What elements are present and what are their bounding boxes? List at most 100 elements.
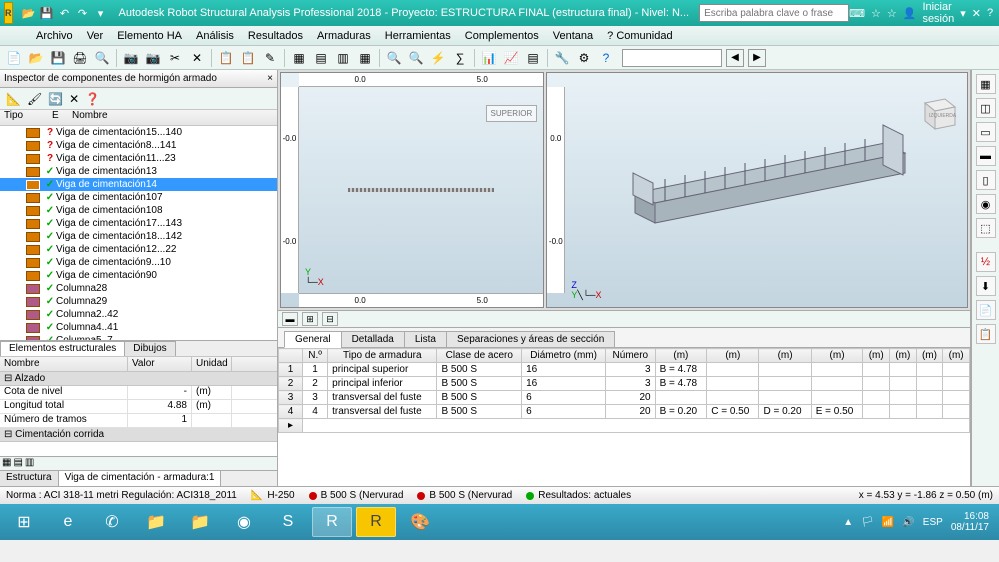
dtab-general[interactable]: General xyxy=(284,331,342,348)
tb-table-icon[interactable]: ▤ xyxy=(523,48,543,68)
tray-clock[interactable]: 16:0808/11/17 xyxy=(951,511,989,533)
grid-header[interactable]: (m) xyxy=(943,349,970,363)
tree-item[interactable]: ✓Viga de cimentación107 xyxy=(0,191,277,204)
tray-lang[interactable]: ESP xyxy=(923,517,943,528)
tree-item[interactable]: ?Viga de cimentación15...140 xyxy=(0,126,277,139)
tree-item[interactable]: ✓Viga de cimentación12...22 xyxy=(0,243,277,256)
tb-whatsapp-icon[interactable]: ✆ xyxy=(92,507,132,537)
search-input[interactable] xyxy=(699,4,849,22)
tree-item[interactable]: ✓Viga de cimentación17...143 xyxy=(0,217,277,230)
rtb-4-icon[interactable]: ▬ xyxy=(976,146,996,166)
search-box[interactable] xyxy=(699,4,849,22)
tray-vol-icon[interactable]: 🔊 xyxy=(902,517,914,528)
tb-paste-icon[interactable]: 📋 xyxy=(238,48,258,68)
tb-explorer-icon[interactable]: 📁 xyxy=(136,507,176,537)
tb-skype-icon[interactable]: S xyxy=(268,507,308,537)
grid-header[interactable]: (m) xyxy=(759,349,811,363)
tree-item[interactable]: ?Viga de cimentación11...23 xyxy=(0,152,277,165)
tb-window2-icon[interactable]: ▤ xyxy=(311,48,331,68)
menu-ventana[interactable]: Ventana xyxy=(553,30,593,42)
layout-combo[interactable] xyxy=(622,49,722,67)
lp-tool1-icon[interactable]: ▦ xyxy=(2,457,11,470)
tb-report-icon[interactable]: 📊 xyxy=(479,48,499,68)
tb-delete-icon[interactable]: ✕ xyxy=(187,48,207,68)
tb-new-icon[interactable]: 📄 xyxy=(4,48,24,68)
grid-header[interactable]: (m) xyxy=(707,349,759,363)
exchange-icon[interactable]: ✕ xyxy=(972,7,981,20)
tree-item[interactable]: ✓Viga de cimentación9...10 xyxy=(0,256,277,269)
tab-dibujos[interactable]: Dibujos xyxy=(124,341,175,356)
rtb-9-icon[interactable]: ⬇ xyxy=(976,276,996,296)
menu-comunidad[interactable]: ? Comunidad xyxy=(607,30,672,42)
rtb-2-icon[interactable]: ◫ xyxy=(976,98,996,118)
dtab-lista[interactable]: Lista xyxy=(404,331,447,348)
inspector-close-icon[interactable]: × xyxy=(267,73,273,84)
view-3d[interactable]: 0.0-0.0 IZQUIERDA xyxy=(546,72,968,308)
user-icon[interactable]: 👤 xyxy=(903,7,917,20)
star-icon[interactable]: ☆ xyxy=(871,7,881,20)
view-2d[interactable]: 0.05.0 -0.0-0.0 0.05.0 SUPERIOR Y└─X xyxy=(280,72,544,308)
vt-2-icon[interactable]: ⊞ xyxy=(302,312,318,326)
tree-item[interactable]: ✓Viga de cimentación13 xyxy=(0,165,277,178)
tb-capture2-icon[interactable]: 📷 xyxy=(143,48,163,68)
tb-cut-icon[interactable]: ✂ xyxy=(165,48,185,68)
prop-group-cimentacion[interactable]: ⊟ Cimentación corrida xyxy=(0,428,277,442)
tb-explorer2-icon[interactable]: 📁 xyxy=(180,507,220,537)
qat-undo-icon[interactable]: ↶ xyxy=(57,5,73,21)
rtb-3-icon[interactable]: ▭ xyxy=(976,122,996,142)
tb-flash-icon[interactable]: ⚡ xyxy=(428,48,448,68)
nav-next-button[interactable]: ▶ xyxy=(748,49,766,67)
login-dropdown-icon[interactable]: ▾ xyxy=(960,7,966,20)
insp-info-icon[interactable]: ❓ xyxy=(85,92,100,106)
grid-row[interactable]: 11principal superiorB 500 S163B = 4.78 xyxy=(279,363,970,377)
insp-filter-icon[interactable]: 📐 xyxy=(6,92,21,106)
grid-row[interactable]: 33transversal del fusteB 500 S620 xyxy=(279,391,970,405)
insp-refresh-icon[interactable]: 🔄 xyxy=(48,92,63,106)
tb-save-icon[interactable]: 💾 xyxy=(48,48,68,68)
rtb-8-icon[interactable]: ½ xyxy=(976,252,996,272)
grid-row[interactable]: 22principal inferiorB 500 S163B = 4.78 xyxy=(279,377,970,391)
tb-window1-icon[interactable]: ▦ xyxy=(289,48,309,68)
prop-row[interactable]: Longitud total4.88(m) xyxy=(0,400,277,414)
tree-item[interactable]: ✓Columna28 xyxy=(0,282,277,295)
rtb-7-icon[interactable]: ⬚ xyxy=(976,218,996,238)
rtb-5-icon[interactable]: ▯ xyxy=(976,170,996,190)
dtab-detallada[interactable]: Detallada xyxy=(341,331,405,348)
dtab-viga[interactable]: Viga de cimentación - armadura:1 xyxy=(59,471,222,486)
grid-header[interactable]: (m) xyxy=(916,349,943,363)
keyshot-icon[interactable]: ⌨ xyxy=(849,7,865,20)
tree-item[interactable]: ✓Viga de cimentación18...142 xyxy=(0,230,277,243)
tb-copy-icon[interactable]: 📋 xyxy=(216,48,236,68)
tab-elementos[interactable]: Elementos estructurales xyxy=(0,341,125,356)
menu-complementos[interactable]: Complementos xyxy=(465,30,539,42)
tb-calc-icon[interactable]: ∑ xyxy=(450,48,470,68)
grid-header[interactable]: Tipo de armadura xyxy=(328,349,437,363)
tb-window3-icon[interactable]: ▥ xyxy=(333,48,353,68)
grid-header[interactable]: (m) xyxy=(890,349,917,363)
tb-capture-icon[interactable]: 📷 xyxy=(121,48,141,68)
grid-row[interactable]: 44transversal del fusteB 500 S620B = 0.2… xyxy=(279,405,970,419)
tb-revit-icon[interactable]: R xyxy=(312,507,352,537)
tree-item[interactable]: ✓Columna29 xyxy=(0,295,277,308)
tb-settings-icon[interactable]: ⚙ xyxy=(574,48,594,68)
tb-grid-icon[interactable]: ▦ xyxy=(355,48,375,68)
star2-icon[interactable]: ☆ xyxy=(887,7,897,20)
qat-redo-icon[interactable]: ↷ xyxy=(75,5,91,21)
tb-open-icon[interactable]: 📂 xyxy=(26,48,46,68)
menu-ver[interactable]: Ver xyxy=(87,30,104,42)
help-icon[interactable]: ? xyxy=(987,7,993,19)
tray-up-icon[interactable]: ▲ xyxy=(843,517,853,528)
rtb-6-icon[interactable]: ◉ xyxy=(976,194,996,214)
dtab-estructura[interactable]: Estructura xyxy=(0,471,59,486)
tree-item[interactable]: ✓Viga de cimentación14 xyxy=(0,178,277,191)
login-link[interactable]: Iniciar sesión xyxy=(922,1,954,25)
prop-row[interactable]: Cota de nivel-(m) xyxy=(0,386,277,400)
grid-header[interactable]: (m) xyxy=(811,349,863,363)
grid-header[interactable]: Diámetro (mm) xyxy=(522,349,606,363)
tree-item[interactable]: ✓Viga de cimentación108 xyxy=(0,204,277,217)
grid-header[interactable]: N.º xyxy=(303,349,328,363)
vt-1-icon[interactable]: ▬ xyxy=(282,312,298,326)
start-button[interactable]: ⊞ xyxy=(4,507,44,537)
inspector-tree[interactable]: ?Viga de cimentación15...140 ?Viga de cim… xyxy=(0,126,277,340)
tb-paint-icon[interactable]: 🎨 xyxy=(400,507,440,537)
